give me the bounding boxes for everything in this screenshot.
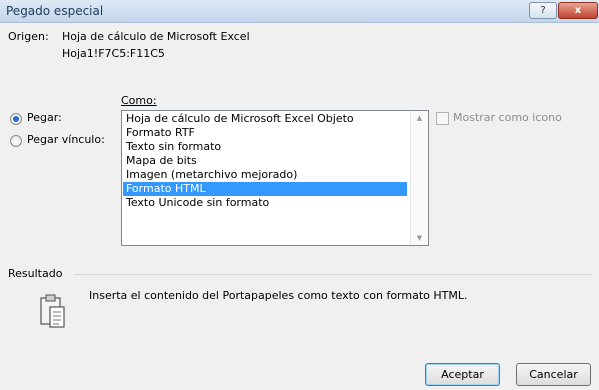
close-button[interactable]: x xyxy=(558,2,598,19)
como-label: Como: xyxy=(121,94,157,107)
help-button[interactable]: ? xyxy=(529,2,557,19)
help-icon: ? xyxy=(540,5,546,16)
list-item[interactable]: Imagen (metarchivo mejorado) xyxy=(123,168,407,182)
como-listbox[interactable]: Hoja de cálculo de Microsoft Excel Objet… xyxy=(121,110,429,246)
dialog-title: Pegado especial xyxy=(6,4,104,18)
list-item[interactable]: Formato RTF xyxy=(123,126,407,140)
paste-radio[interactable] xyxy=(10,113,22,125)
list-item[interactable]: Texto sin formato xyxy=(123,140,407,154)
scroll-down-icon[interactable]: ▼ xyxy=(411,234,428,242)
origin-source: Hoja de cálculo de Microsoft Excel xyxy=(62,30,250,43)
list-item[interactable]: Texto Unicode sin formato xyxy=(123,196,407,210)
listbox-scrollbar[interactable]: ▲ ▼ xyxy=(410,111,428,245)
paste-link-radio[interactable] xyxy=(10,135,22,147)
accept-button[interactable]: Aceptar xyxy=(425,363,500,386)
list-item[interactable]: Hoja de cálculo de Microsoft Excel Objet… xyxy=(123,112,407,126)
list-item-selected[interactable]: Formato HTML xyxy=(123,182,407,196)
result-text: Inserta el contenido del Portapapeles co… xyxy=(89,289,468,302)
paste-link-radio-label[interactable]: Pegar vínculo: xyxy=(27,133,105,146)
result-divider xyxy=(74,274,592,275)
origin-range: Hoja1!F7C5:F11C5 xyxy=(62,47,165,60)
scroll-up-icon[interactable]: ▲ xyxy=(411,114,428,122)
show-as-icon-label: Mostrar como icono xyxy=(453,111,562,124)
clipboard-icon xyxy=(39,293,69,331)
title-bar: Pegado especial ? x xyxy=(0,0,599,23)
paste-radio-label[interactable]: Pegar: xyxy=(27,111,62,124)
result-label: Resultado xyxy=(8,267,63,280)
show-as-icon-checkbox[interactable] xyxy=(436,112,449,125)
list-item[interactable]: Mapa de bits xyxy=(123,154,407,168)
origin-label: Origen: xyxy=(8,30,49,43)
cancel-button[interactable]: Cancelar xyxy=(516,363,591,386)
close-icon: x xyxy=(574,5,582,16)
